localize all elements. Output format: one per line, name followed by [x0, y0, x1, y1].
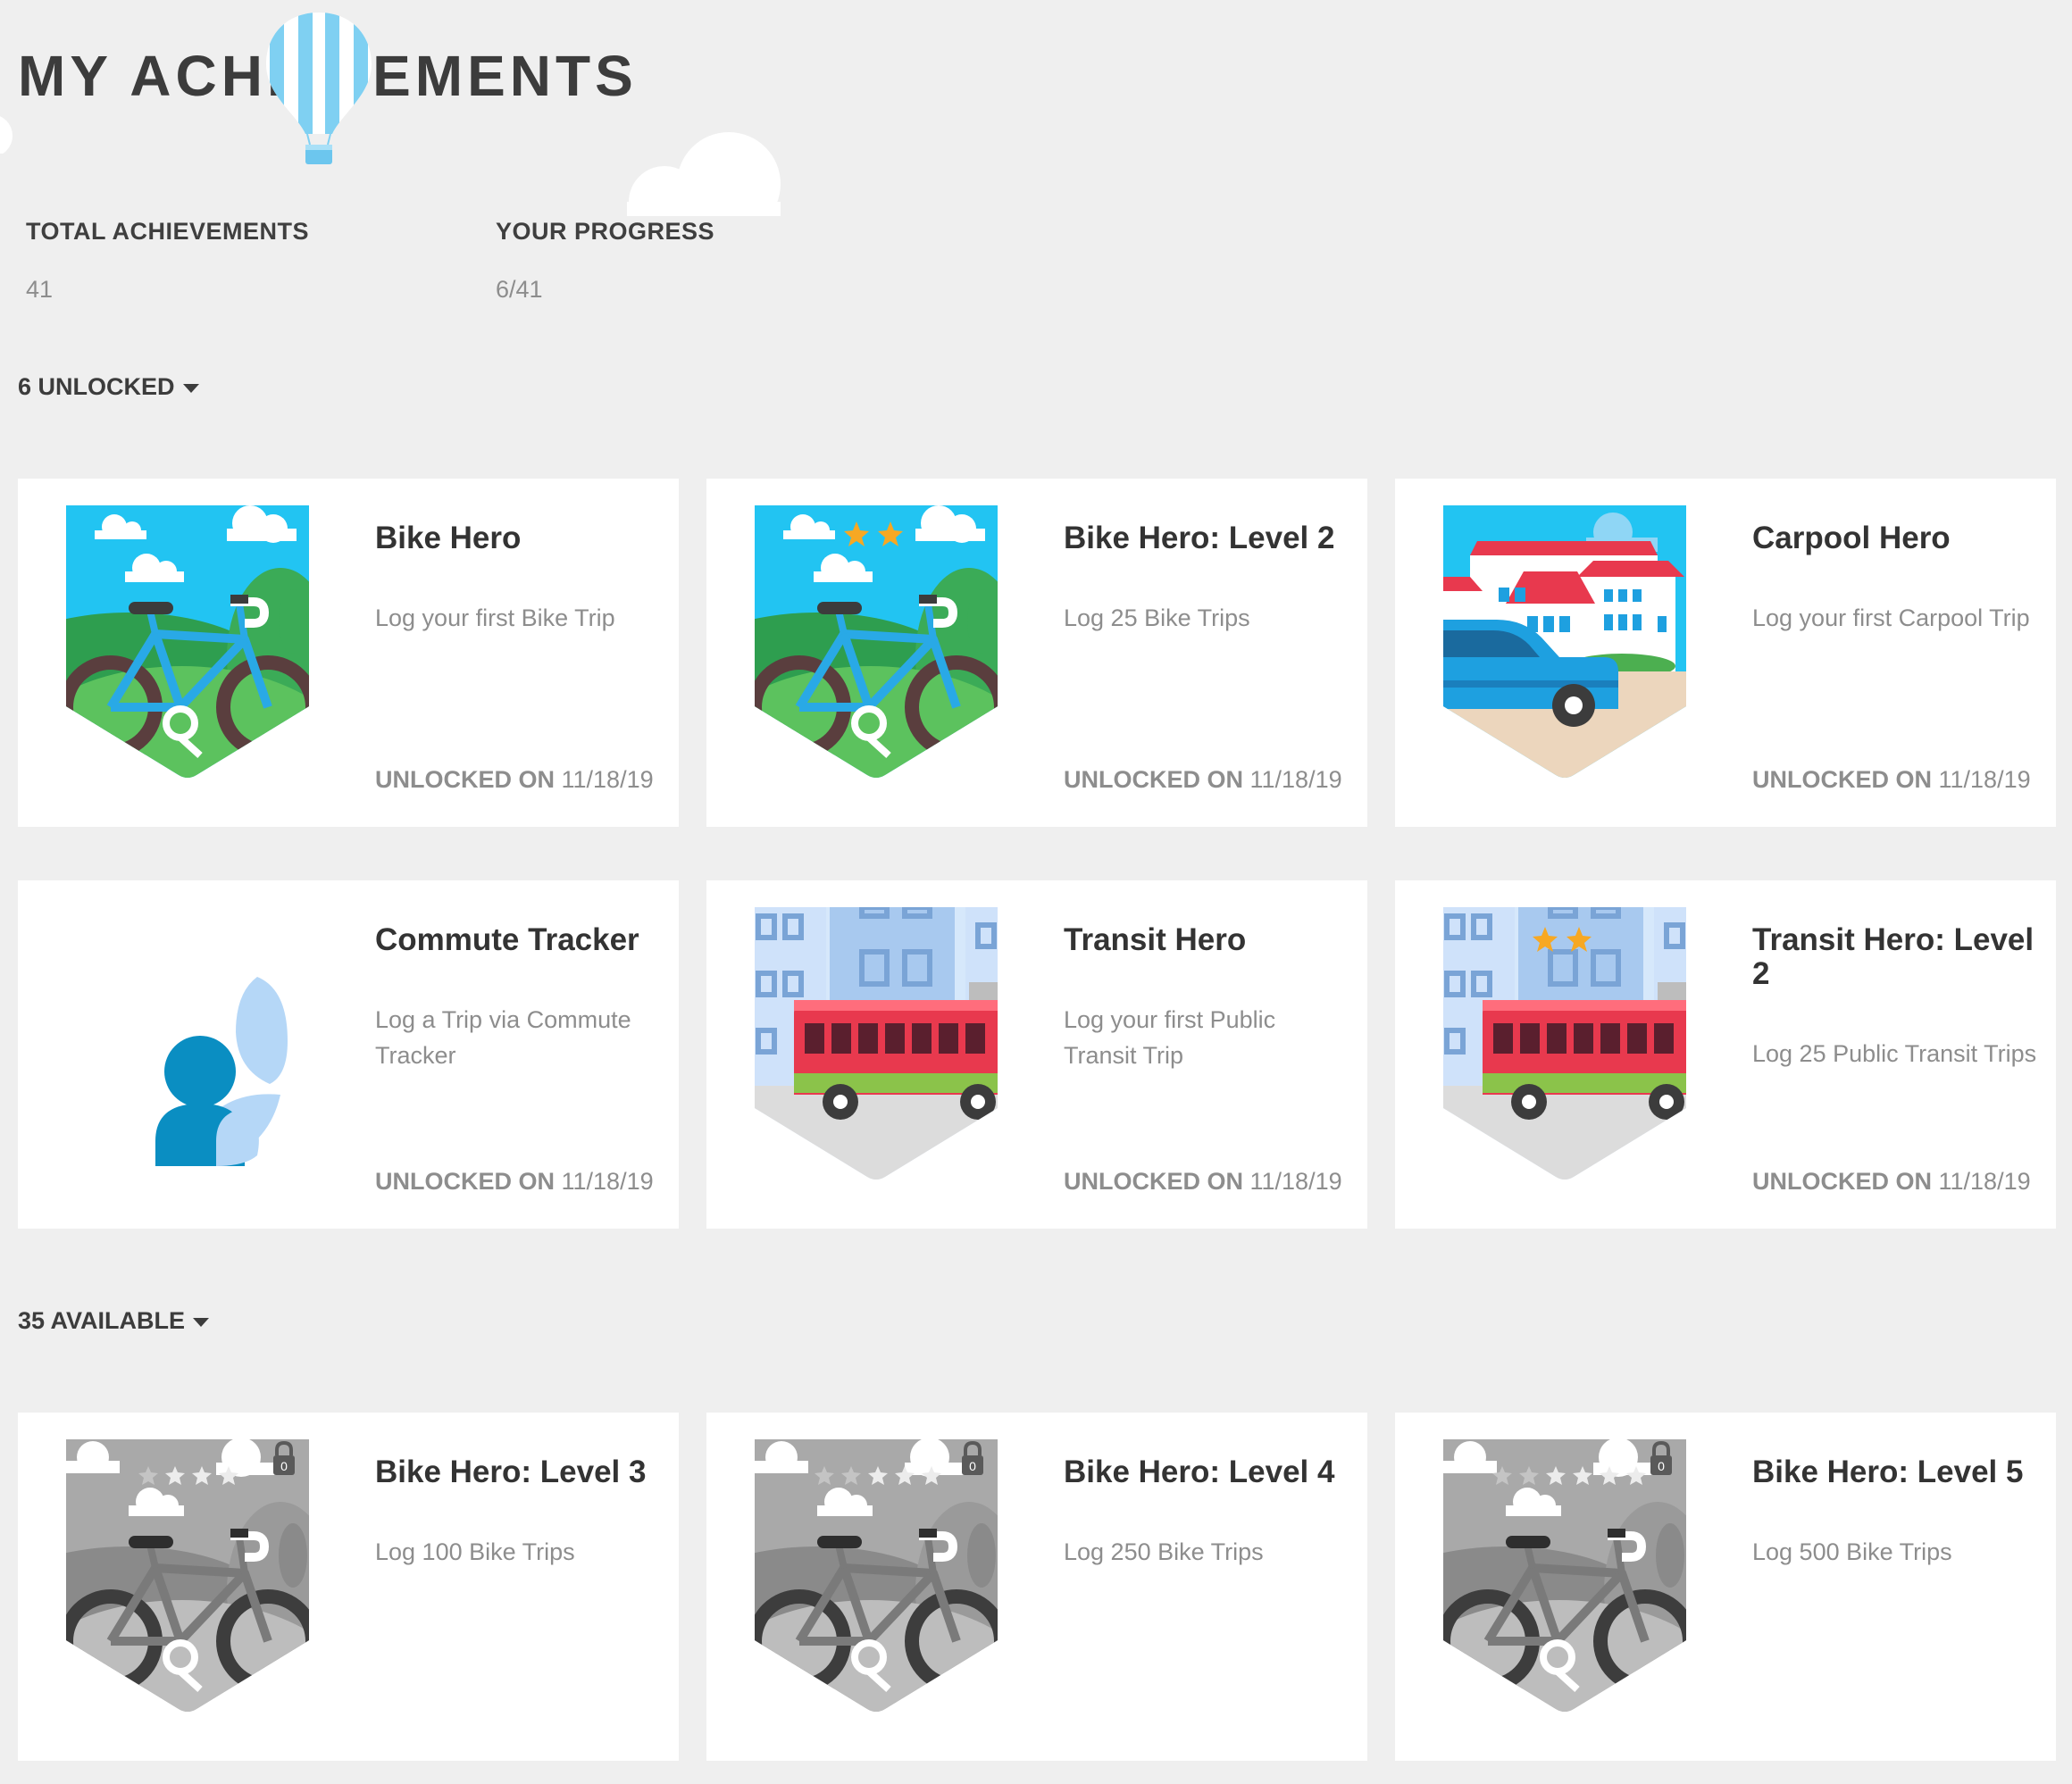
caret-down-icon [193, 1317, 210, 1327]
unlocked-date: UNLOCKED ON 11/18/19 [1752, 1168, 2031, 1196]
achievement-description: Log your first Public Transit Trip [1064, 1006, 1276, 1069]
achievement-card[interactable]: Bike Hero Log your first Bike Trip UNLOC… [18, 479, 679, 827]
unlocked-prefix: UNLOCKED ON [1752, 766, 1932, 793]
bike-badge-icon [66, 505, 309, 778]
stat-label: YOUR PROGRESS [496, 218, 715, 245]
unlocked-date-value: 11/18/19 [1938, 766, 2031, 793]
stat-label: TOTAL ACHIEVEMENTS [26, 218, 310, 245]
hot-air-balloon-icon [266, 13, 372, 164]
unlocked-date: UNLOCKED ON 11/18/19 [1064, 766, 1342, 794]
achievement-card[interactable]: Bike Hero: Level 2 Log 25 Bike Trips UNL… [706, 479, 1367, 827]
transit-badge-icon [755, 907, 998, 1180]
unlocked-prefix: UNLOCKED ON [1752, 1168, 1932, 1195]
locked-bike-badge-icon: 0 [755, 1439, 998, 1712]
achievement-description: Log 25 Public Transit Trips [1752, 1040, 2037, 1067]
achievement-title: Bike Hero: Level 2 [1064, 521, 1335, 555]
commute-tracker-badge-icon [155, 977, 288, 1166]
achievement-card[interactable]: Carpool Hero Log your first Carpool Trip… [1395, 479, 2056, 827]
unlocked-date: UNLOCKED ON 11/18/19 [1752, 766, 2031, 794]
stat-value: 6/41 [496, 276, 543, 303]
achievement-card[interactable]: Transit Hero: Level 2 Log 25 Public Tran… [1395, 880, 2056, 1229]
unlocked-date-value: 11/18/19 [1249, 1168, 1342, 1195]
transit-badge-icon [1443, 907, 1686, 1180]
locked-bike-badge-icon: 0 [66, 1439, 309, 1712]
your-progress-stat: YOUR PROGRESS 6/41 [496, 218, 714, 304]
achievement-description: Log 25 Bike Trips [1064, 604, 1250, 631]
section-toggle-label: 35 AVAILABLE [18, 1307, 186, 1334]
achievement-title: Transit Hero: Level 2 [1752, 922, 2034, 991]
cloud-decoration-icon [0, 116, 13, 154]
achievement-title: Bike Hero: Level 5 [1752, 1455, 2024, 1489]
available-section-toggle[interactable]: 35 AVAILABLE [18, 1307, 210, 1335]
cloud-decoration-icon [627, 132, 781, 216]
unlocked-date: UNLOCKED ON 11/18/19 [1064, 1168, 1342, 1196]
achievement-title: Commute Tracker [375, 922, 639, 957]
achievement-card[interactable]: Commute Tracker Log a Trip via Commute T… [18, 880, 679, 1229]
unlocked-date-value: 11/18/19 [1249, 766, 1342, 793]
achievement-card-locked[interactable]: 0 Bike Hero: Level 4 Log 250 Bike Trips [706, 1413, 1367, 1761]
unlocked-date: UNLOCKED ON 11/18/19 [375, 1168, 654, 1196]
carpool-badge-icon [1443, 505, 1686, 778]
section-toggle-label: 6 UNLOCKED [18, 373, 175, 400]
unlocked-prefix: UNLOCKED ON [1064, 1168, 1243, 1195]
unlocked-section-toggle[interactable]: 6 UNLOCKED [18, 373, 199, 401]
achievement-card-locked[interactable]: 0 Bike Hero: Level 3 Log 100 Bike Trips [18, 1413, 679, 1761]
bike-badge-icon [755, 505, 998, 778]
stat-value: 41 [26, 276, 54, 303]
achievement-description: Log 500 Bike Trips [1752, 1538, 1952, 1565]
unlocked-date-value: 11/18/19 [1938, 1168, 2031, 1195]
achievement-description: Log your first Bike Trip [375, 604, 615, 631]
svg-text:0: 0 [1658, 1459, 1665, 1473]
caret-down-icon [182, 383, 199, 393]
locked-bike-badge-icon: 0 [1443, 1439, 1686, 1712]
achievement-title: Bike Hero [375, 521, 522, 555]
unlocked-date-value: 11/18/19 [561, 1168, 654, 1195]
unlocked-prefix: UNLOCKED ON [375, 1168, 555, 1195]
achievement-description: Log 100 Bike Trips [375, 1538, 575, 1565]
achievement-description: Log your first Carpool Trip [1752, 604, 2030, 631]
unlocked-prefix: UNLOCKED ON [375, 766, 555, 793]
achievement-title: Carpool Hero [1752, 521, 1951, 555]
achievement-description: Log 250 Bike Trips [1064, 1538, 1264, 1565]
achievement-title: Bike Hero: Level 4 [1064, 1455, 1335, 1489]
achievement-card[interactable]: Transit Hero Log your first Public Trans… [706, 880, 1367, 1229]
svg-text:0: 0 [969, 1459, 976, 1473]
svg-text:0: 0 [280, 1459, 288, 1473]
unlocked-date-value: 11/18/19 [561, 766, 654, 793]
achievement-card-locked[interactable]: 0 Bike Hero: Level 5 Log 500 Bike Trips [1395, 1413, 2056, 1761]
achievement-title: Transit Hero [1064, 922, 1247, 957]
unlocked-prefix: UNLOCKED ON [1064, 766, 1243, 793]
total-achievements-stat: TOTAL ACHIEVEMENTS 41 [26, 218, 309, 304]
unlocked-date: UNLOCKED ON 11/18/19 [375, 766, 654, 794]
achievement-description: Log a Trip via Commute Tracker [375, 1006, 631, 1069]
achievement-title: Bike Hero: Level 3 [375, 1455, 647, 1489]
